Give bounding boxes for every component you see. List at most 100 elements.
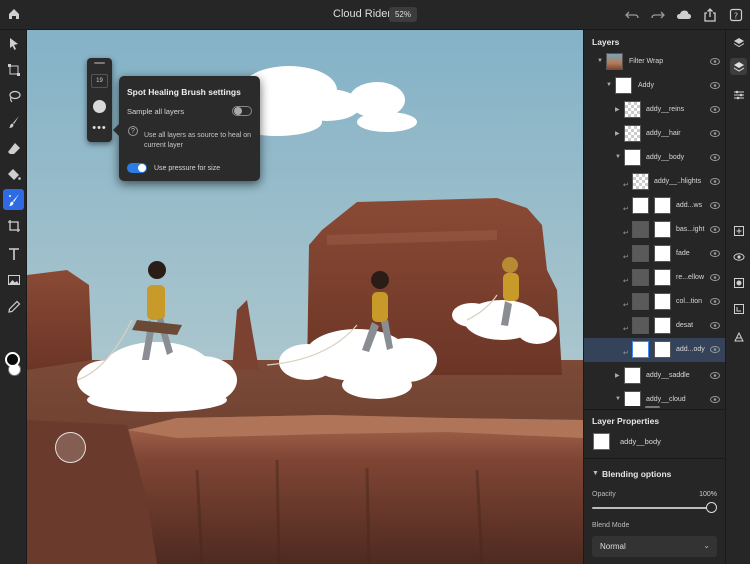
move-icon[interactable]	[3, 33, 24, 54]
layer-properties-name[interactable]: addy__body	[620, 437, 661, 446]
layer-row[interactable]: ▶ addy__reins	[584, 98, 726, 122]
layer-row[interactable]: ↵ re...ellow	[584, 266, 726, 290]
layer-properties-thumbnail	[593, 433, 610, 450]
sample-all-layers-description: Use all layers as source to heal on curr…	[144, 132, 251, 149]
eye-icon[interactable]	[710, 372, 720, 379]
layer-name: col...tion	[676, 298, 703, 305]
chevron-down-icon[interactable]: ▼	[606, 82, 612, 88]
type-icon[interactable]	[3, 243, 24, 264]
fill-icon[interactable]	[3, 163, 24, 184]
spot-healing-icon[interactable]	[3, 189, 24, 210]
lasso-icon[interactable]	[3, 85, 24, 106]
layer-mask-thumbnail	[654, 221, 671, 238]
crop-icon[interactable]	[3, 215, 24, 236]
chevron-right-icon[interactable]: ▶	[615, 106, 620, 113]
document-title[interactable]: Cloud Riders	[333, 8, 397, 20]
more-icon[interactable]	[730, 328, 747, 345]
opacity-label: Opacity	[592, 491, 616, 498]
eye-icon[interactable]	[710, 250, 720, 257]
layer-mask-thumbnail	[654, 269, 671, 286]
zoom-level-badge[interactable]: 52%	[389, 7, 417, 22]
chevron-right-icon[interactable]: ▶	[615, 130, 620, 137]
layer-name: addy__hair	[646, 130, 681, 137]
add-layer-icon[interactable]	[730, 222, 747, 239]
image-icon[interactable]	[3, 269, 24, 290]
layer-row[interactable]: ↵ desat	[584, 314, 726, 338]
chevron-down-icon[interactable]: ▼	[597, 58, 603, 64]
panel-resize-handle[interactable]	[645, 406, 660, 408]
layer-row[interactable]: ▼ Addy	[584, 74, 726, 98]
divider	[584, 458, 726, 459]
chevron-down-icon[interactable]: ▼	[615, 154, 621, 160]
layers-panel: Layers ▼ Filter Wrap ▼ Addy ▶ addy__rein…	[583, 30, 726, 564]
eye-icon[interactable]	[710, 298, 720, 305]
layer-row-selected[interactable]: ↵ add...ody	[584, 338, 726, 362]
layer-thumbnail	[624, 391, 641, 406]
layer-row[interactable]: ▶ addy__hair	[584, 122, 726, 146]
eye-icon[interactable]	[710, 106, 720, 113]
layer-thumbnail	[624, 367, 641, 384]
layer-row[interactable]: ▼ Filter Wrap	[584, 50, 726, 74]
info-icon: ?	[128, 126, 138, 136]
layer-thumbnail	[632, 341, 649, 358]
brightness-adjustment-icon	[632, 221, 649, 238]
undo-icon[interactable]	[624, 7, 640, 23]
layer-row[interactable]: ↵ bas...ight	[584, 218, 726, 242]
layer-name: bas...ight	[676, 226, 705, 233]
eye-icon[interactable]	[710, 154, 720, 161]
brush-icon[interactable]	[3, 111, 24, 132]
layer-row[interactable]: ↵ col...tion	[584, 290, 726, 314]
eye-icon[interactable]	[710, 226, 720, 233]
chevron-down-icon[interactable]: ▼	[592, 470, 599, 477]
brush-size-field[interactable]: 19	[91, 74, 108, 88]
layer-thumbnail	[632, 173, 649, 190]
brush-hardness-icon[interactable]	[93, 100, 106, 113]
spot-healing-settings-popover: Spot Healing Brush settings Sample all l…	[113, 76, 260, 181]
more-options-button[interactable]: •••	[87, 122, 112, 134]
cloud-icon[interactable]	[676, 7, 692, 23]
drag-handle[interactable]	[94, 62, 105, 64]
layer-row[interactable]: ↵ addy__..hlights	[584, 170, 726, 194]
layer-row[interactable]: ▶ addy__saddle	[584, 364, 726, 388]
eye-icon[interactable]	[710, 346, 720, 353]
layers-icon[interactable]	[730, 34, 747, 51]
layer-row[interactable]: ▼ addy__cloud	[584, 388, 726, 406]
eyedropper-icon[interactable]	[3, 296, 24, 317]
mask-icon[interactable]	[730, 274, 747, 291]
eye-icon[interactable]	[710, 322, 720, 329]
layer-row[interactable]: ↵ fade	[584, 242, 726, 266]
foreground-color-swatch[interactable]	[5, 352, 20, 367]
clip-icon[interactable]	[730, 300, 747, 317]
home-icon[interactable]	[6, 6, 22, 22]
right-tool-strip	[725, 30, 750, 564]
opacity-slider-handle[interactable]	[706, 502, 717, 513]
sample-all-layers-toggle[interactable]	[232, 106, 252, 116]
eye-icon[interactable]	[710, 274, 720, 281]
chevron-down-icon[interactable]: ▼	[615, 396, 621, 402]
adjustments-icon[interactable]	[730, 86, 747, 103]
layers-panel-title: Layers	[592, 37, 620, 47]
layer-name: Addy	[638, 82, 654, 89]
chevron-right-icon[interactable]: ▶	[615, 372, 620, 379]
eye-icon[interactable]	[710, 202, 720, 209]
visibility-icon[interactable]	[730, 248, 747, 265]
layer-row[interactable]: ↵ add...ws	[584, 194, 726, 218]
layer-properties-icon[interactable]	[730, 58, 747, 75]
help-icon[interactable]: ?	[728, 7, 744, 23]
share-icon[interactable]	[702, 7, 718, 23]
redo-icon[interactable]	[650, 7, 666, 23]
eraser-icon[interactable]	[3, 137, 24, 158]
popover-title: Spot Healing Brush settings	[127, 87, 241, 97]
clip-arrow-icon: ↵	[623, 278, 629, 285]
eye-icon[interactable]	[710, 130, 720, 137]
layer-row[interactable]: ▼ addy__body	[584, 146, 726, 170]
eye-icon[interactable]	[710, 82, 720, 89]
blending-options-header[interactable]: Blending options	[602, 469, 671, 479]
eye-icon[interactable]	[710, 58, 720, 65]
eye-icon[interactable]	[710, 396, 720, 403]
use-pressure-toggle[interactable]	[127, 163, 147, 173]
transform-icon[interactable]	[3, 59, 24, 80]
opacity-slider-track[interactable]	[592, 507, 710, 509]
eye-icon[interactable]	[710, 178, 720, 185]
blend-mode-select[interactable]: Normal ⌄	[592, 536, 717, 557]
